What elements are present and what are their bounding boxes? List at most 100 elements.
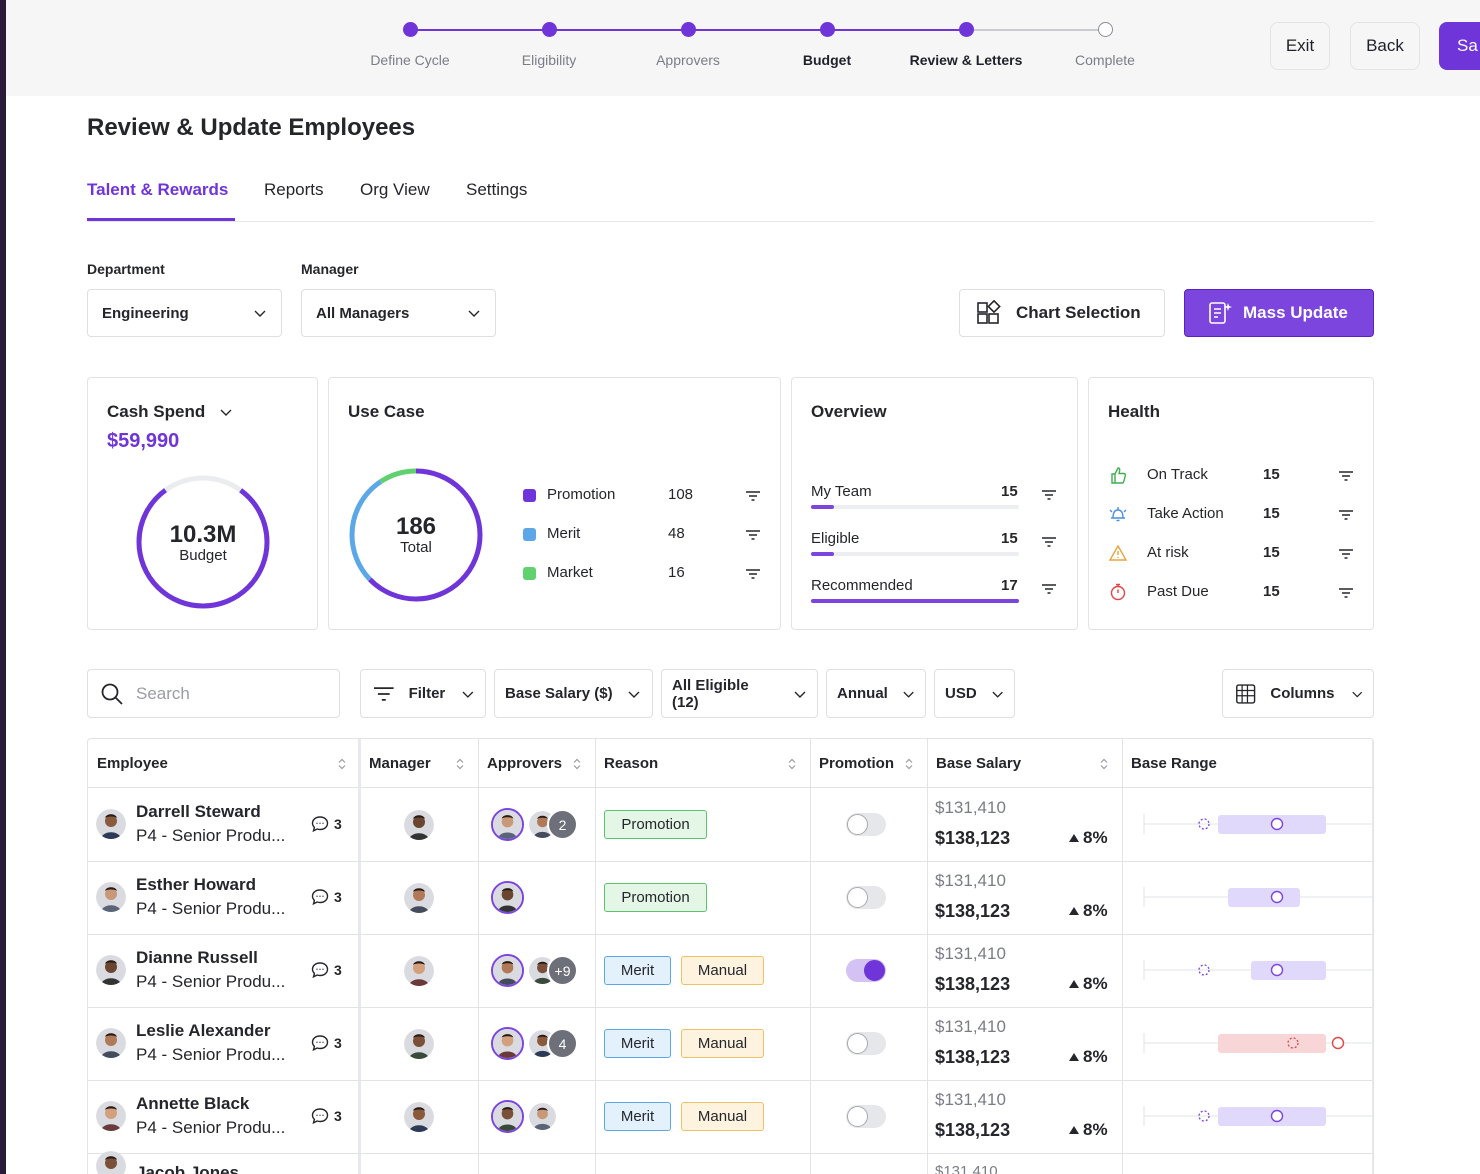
table-row[interactable]: Dianne Russell P4 - Senior Produ... 3 +9 Mer… — [88, 934, 1373, 1007]
approver-stack[interactable] — [491, 1100, 591, 1134]
table-row[interactable]: Esther Howard P4 - Senior Produ... 3 Promot… — [88, 861, 1373, 934]
save-button[interactable]: Sa — [1439, 22, 1480, 70]
manager-avatar[interactable] — [404, 1029, 434, 1059]
arrow-up-icon — [1069, 980, 1079, 988]
sort-control[interactable] — [1100, 757, 1108, 774]
salary-proposed[interactable]: $138,123 — [935, 828, 1010, 849]
approver-stack[interactable] — [491, 881, 591, 915]
manager-avatar[interactable] — [404, 810, 434, 840]
manager-avatar[interactable] — [404, 956, 434, 986]
sort-control[interactable] — [338, 757, 346, 774]
filter-lines-icon-button[interactable] — [745, 489, 761, 506]
salary-proposed[interactable]: $138,123 — [935, 1120, 1010, 1141]
promotion-toggle[interactable] — [846, 1105, 886, 1128]
stepper-step[interactable]: Complete — [1035, 22, 1175, 68]
filter-button[interactable]: Filter — [360, 669, 486, 718]
approver-stack[interactable]: +9 — [491, 954, 591, 988]
table-row[interactable]: Annette Black P4 - Senior Produ... 3 Merit M… — [88, 1080, 1373, 1153]
chevron-down-icon — [1351, 691, 1362, 698]
base-range-indicator — [1122, 1080, 1373, 1153]
warning-icon — [1108, 543, 1128, 568]
employee-name[interactable]: Darrell Steward — [136, 802, 261, 822]
employee-name[interactable]: Leslie Alexander — [136, 1021, 271, 1041]
approver-avatar — [527, 1101, 558, 1132]
manager-avatar[interactable] — [404, 1102, 434, 1132]
table-row[interactable]: Leslie Alexander P4 - Senior Produ... 3 4 Me… — [88, 1007, 1373, 1080]
exit-button[interactable]: Exit — [1270, 22, 1330, 70]
base-salary-select[interactable]: Base Salary ($) — [494, 669, 653, 718]
column-header-base-range[interactable]: Base Range — [1122, 739, 1373, 788]
health-card: Health On Track 15 Take Action 15 At risk 15 P… — [1088, 377, 1374, 630]
filter-lines-icon-button[interactable] — [1041, 582, 1057, 600]
column-header-label: Employee — [97, 754, 168, 772]
employee-name[interactable]: Annette Black — [136, 1094, 249, 1114]
filter-lines-icon-button[interactable] — [1338, 469, 1354, 487]
filter-lines-icon — [746, 569, 760, 579]
cash-spend-dropdown[interactable]: Cash Spend — [107, 402, 233, 422]
promotion-toggle[interactable] — [846, 1032, 886, 1055]
employee-name[interactable]: Dianne Russell — [136, 948, 258, 968]
column-header-employee[interactable]: Employee — [88, 739, 360, 788]
sort-control[interactable] — [456, 757, 464, 774]
stepper-step[interactable]: Review & Letters — [896, 22, 1036, 68]
back-button[interactable]: Back — [1350, 22, 1420, 70]
currency-select[interactable]: USD — [934, 669, 1015, 718]
salary-proposed[interactable]: $138,123 — [935, 974, 1010, 995]
filter-lines-icon-button[interactable] — [745, 567, 761, 584]
salary-proposed[interactable]: $138,123 — [935, 901, 1010, 922]
reason-tag-merit: Merit — [604, 1029, 671, 1058]
column-header-manager[interactable]: Manager — [360, 739, 478, 788]
employee-name[interactable]: Jacob Jones — [136, 1163, 239, 1174]
salary-proposed[interactable]: $138,123 — [935, 1047, 1010, 1068]
sort-control[interactable] — [905, 757, 913, 774]
tab-org-view[interactable]: Org View — [360, 180, 430, 200]
eligibility-select[interactable]: All Eligible (12) — [661, 669, 818, 718]
comments-button[interactable]: 3 — [311, 888, 342, 906]
period-select[interactable]: Annual — [826, 669, 926, 718]
page-title: Review & Update Employees — [87, 114, 416, 141]
stepper-step[interactable]: Budget — [757, 22, 897, 68]
column-header-base-salary[interactable]: Base Salary — [927, 739, 1122, 788]
column-header-promotion[interactable]: Promotion — [810, 739, 927, 788]
comments-button[interactable]: 3 — [311, 1107, 342, 1125]
mass-update-button[interactable]: Mass Update — [1184, 289, 1374, 337]
columns-button[interactable]: Columns — [1222, 669, 1374, 718]
approver-stack[interactable]: 4 — [491, 1027, 591, 1061]
filter-lines-icon-button[interactable] — [745, 528, 761, 545]
comments-button[interactable]: 3 — [311, 815, 342, 833]
department-select[interactable]: Engineering — [87, 289, 282, 337]
step-label: Budget — [802, 52, 852, 68]
promotion-toggle[interactable] — [846, 813, 886, 836]
comments-button[interactable]: 3 — [311, 961, 342, 979]
column-header-reason[interactable]: Reason — [595, 739, 810, 788]
manager-avatar[interactable] — [404, 883, 434, 913]
table-row[interactable]: Jacob Jones — [88, 1151, 1373, 1174]
filter-lines-icon-button[interactable] — [1338, 508, 1354, 526]
search-input[interactable] — [136, 683, 326, 704]
sort-control[interactable] — [573, 757, 581, 774]
arrow-up-icon — [1069, 1126, 1079, 1134]
chart-selection-button[interactable]: Chart Selection — [959, 289, 1165, 337]
employee-name[interactable]: Esther Howard — [136, 875, 256, 895]
sort-control[interactable] — [788, 757, 796, 774]
tab-talent-rewards[interactable]: Talent & Rewards — [87, 180, 228, 200]
stepper-step[interactable]: Approvers — [618, 22, 758, 68]
cash-spend-amount: $59,990 — [107, 430, 180, 452]
filter-lines-icon-button[interactable] — [1041, 535, 1057, 553]
filter-lines-icon-button[interactable] — [1041, 488, 1057, 506]
tab-settings[interactable]: Settings — [466, 180, 527, 200]
table-row[interactable]: Darrell Steward P4 - Senior Produ... 3 2 Pro… — [88, 788, 1373, 861]
comments-button[interactable]: 3 — [311, 1034, 342, 1052]
column-header-approvers[interactable]: Approvers — [478, 739, 595, 788]
stepper-step[interactable]: Eligibility — [479, 22, 619, 68]
stepper-step[interactable]: Define Cycle — [340, 22, 480, 68]
chevron-down-icon — [794, 691, 806, 698]
comment-count: 3 — [334, 962, 342, 978]
filter-lines-icon-button[interactable] — [1338, 586, 1354, 604]
manager-select[interactable]: All Managers — [301, 289, 496, 337]
promotion-toggle[interactable] — [846, 959, 886, 982]
promotion-toggle[interactable] — [846, 886, 886, 909]
approver-stack[interactable]: 2 — [491, 808, 591, 842]
filter-lines-icon-button[interactable] — [1338, 547, 1354, 565]
tab-reports[interactable]: Reports — [264, 180, 324, 200]
